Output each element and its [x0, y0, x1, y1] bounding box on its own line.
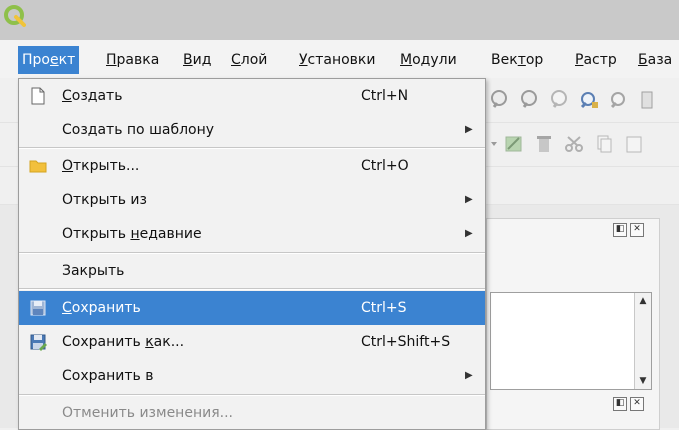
menu-item-new[interactable]: Создать Ctrl+N: [19, 79, 485, 113]
layers-list[interactable]: ▲ ▼: [490, 292, 652, 390]
menu-item-open[interactable]: Открыть... Ctrl+O: [19, 149, 485, 183]
menu-view[interactable]: Вид: [183, 48, 211, 72]
menu-vector[interactable]: Вектор: [491, 48, 543, 72]
menu-item-save-as[interactable]: Сохранить как... Ctrl+Shift+S: [19, 325, 485, 359]
menu-item-close[interactable]: Закрыть: [19, 254, 485, 288]
submenu-arrow-icon: ▶: [465, 124, 473, 135]
window-title-bar: [0, 0, 679, 40]
scroll-up-icon[interactable]: ▲: [635, 293, 651, 309]
new-file-icon: [31, 87, 45, 105]
menu-item-revert[interactable]: Отменить изменения...: [19, 396, 485, 429]
copy-features-icon[interactable]: [593, 133, 615, 155]
panel-float-icon[interactable]: ◧: [613, 223, 627, 237]
list-scrollbar[interactable]: ▲ ▼: [634, 293, 651, 389]
zoom-last-icon[interactable]: [638, 89, 660, 111]
menu-item-open-from[interactable]: Открыть из ▶: [19, 183, 485, 217]
zoom-native-icon[interactable]: [548, 89, 570, 111]
menu-database[interactable]: База: [638, 48, 672, 72]
shortcut-open: Ctrl+O: [361, 158, 409, 174]
menu-item-save[interactable]: Сохранить Ctrl+S: [19, 291, 485, 325]
qgis-logo-icon: [4, 5, 26, 27]
cut-features-icon[interactable]: [563, 133, 585, 155]
menu-settings[interactable]: Установки: [299, 48, 376, 72]
menu-layer[interactable]: Слой: [231, 48, 267, 72]
zoom-to-selection-icon[interactable]: [578, 89, 600, 111]
zoom-out-icon[interactable]: [518, 89, 540, 111]
menu-project[interactable]: Проект: [18, 46, 80, 74]
submenu-arrow-icon: ▶: [465, 370, 473, 381]
submenu-arrow-icon: ▶: [465, 228, 473, 239]
save-as-icon: [30, 334, 47, 351]
paste-features-icon[interactable]: [623, 133, 645, 155]
panel-float-icon-2[interactable]: ◧: [613, 397, 627, 411]
menu-item-new-from-template[interactable]: Создать по шаблону ▶: [19, 113, 485, 147]
save-icon: [30, 300, 46, 316]
menu-bar: Проект Правка Вид Слой Установки Модули …: [0, 40, 679, 79]
menu-plugins[interactable]: Модули: [400, 48, 457, 72]
panel-close-icon[interactable]: ✕: [630, 223, 644, 237]
project-menu-dropdown: Создать Ctrl+N Создать по шаблону ▶ Откр…: [18, 78, 486, 430]
scroll-down-icon[interactable]: ▼: [635, 373, 651, 389]
menu-edit[interactable]: Правка: [106, 48, 159, 72]
edit-feature-icon[interactable]: [503, 133, 525, 155]
submenu-arrow-icon: ▶: [465, 194, 473, 205]
shortcut-save-as: Ctrl+Shift+S: [361, 334, 451, 350]
zoom-in-icon[interactable]: [488, 89, 510, 111]
zoom-to-layer-icon[interactable]: [608, 89, 630, 111]
shortcut-save: Ctrl+S: [361, 300, 407, 316]
shortcut-new: Ctrl+N: [361, 88, 409, 104]
panel-close-icon-2[interactable]: ✕: [630, 397, 644, 411]
menu-item-save-to[interactable]: Сохранить в ▶: [19, 359, 485, 393]
menu-item-open-recent[interactable]: Открыть недавние ▶: [19, 217, 485, 251]
menu-raster[interactable]: Растр: [575, 48, 617, 72]
delete-selected-icon[interactable]: [533, 133, 555, 155]
folder-icon: [29, 160, 47, 173]
